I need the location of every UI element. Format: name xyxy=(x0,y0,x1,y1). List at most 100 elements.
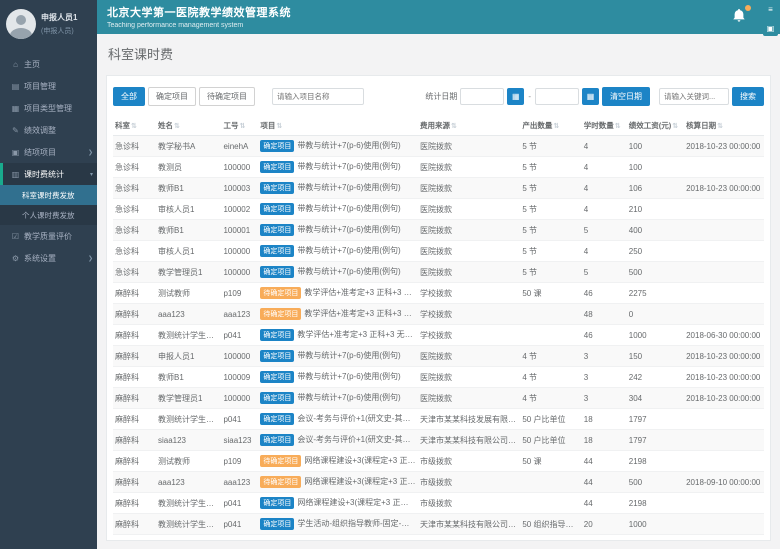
project-status-badge[interactable]: 待确定项目 xyxy=(260,476,301,488)
start-calendar-button[interactable]: ▦ xyxy=(507,88,524,105)
column-header[interactable]: 姓名⇅ xyxy=(156,116,222,136)
column-header[interactable]: 科室⇅ xyxy=(113,116,156,136)
user-role: (申报人员) xyxy=(41,26,77,36)
sidebar-item[interactable]: ▦ 项目类型管理 xyxy=(0,97,97,119)
sort-icon[interactable]: ⇅ xyxy=(174,123,180,130)
sort-icon[interactable]: ⇅ xyxy=(672,123,678,130)
table-row[interactable]: 急诊科 审核人员1 100002 确定项目带教与统计+7(p-6)使用(例句) … xyxy=(113,199,764,220)
column-header[interactable]: 产出数量⇅ xyxy=(520,116,581,136)
table-row[interactable]: 急诊科 教师B1 100003 确定项目带教与统计+7(p-6)使用(例句) 医… xyxy=(113,178,764,199)
sort-icon[interactable]: ⇅ xyxy=(239,123,245,130)
project-status-badge[interactable]: 确定项目 xyxy=(260,392,294,404)
table-row[interactable]: 急诊科 教师B1 100001 确定项目带教与统计+7(p-6)使用(例句) 医… xyxy=(113,220,764,241)
project-status-badge[interactable]: 确定项目 xyxy=(260,329,294,341)
sort-icon[interactable]: ⇅ xyxy=(553,123,559,130)
table-row[interactable]: 麻醉科 测试教师 p109 待确定项目网络课程建设+3(课程定+3 正科+3 学… xyxy=(113,451,764,472)
project-status-badge[interactable]: 确定项目 xyxy=(260,518,294,530)
project-status-badge[interactable]: 确定项目 xyxy=(260,140,294,152)
cell-department: 急诊科 xyxy=(113,241,156,262)
column-header[interactable]: 工号⇅ xyxy=(221,116,258,136)
table-row[interactable]: 麻醉科 aaa123 aaa123 待确定项目网络课程建设+3(课程定+3 正科… xyxy=(113,472,764,493)
sidebar-item[interactable]: ▥ 课时费统计 ▾ xyxy=(0,163,97,185)
project-status-badge[interactable]: 确定项目 xyxy=(260,245,294,257)
sidebar-item[interactable]: ▣ 结项项目 ❯ xyxy=(0,141,97,163)
project-status-badge[interactable]: 待确定项目 xyxy=(260,455,301,467)
column-label: 项目 xyxy=(260,121,275,130)
project-status-badge[interactable]: 确定项目 xyxy=(260,161,294,173)
project-status-badge[interactable]: 待确定项目 xyxy=(260,308,301,320)
column-header[interactable]: 项目⇅ xyxy=(258,116,418,136)
user-profile[interactable]: 申报人员1 (申报人员) xyxy=(0,0,97,49)
filter-confirmed-button[interactable]: 确定项目 xyxy=(148,87,196,106)
table-row[interactable]: 急诊科 教学秘书A einehA 确定项目带教与统计+7(p-6)使用(例句) … xyxy=(113,136,764,157)
column-header[interactable]: 核算日期⇅ xyxy=(684,116,764,136)
start-date-input[interactable] xyxy=(460,88,504,105)
table-body: 急诊科 教学秘书A einehA 确定项目带教与统计+7(p-6)使用(例句) … xyxy=(113,136,764,535)
sort-icon[interactable]: ⇅ xyxy=(717,123,723,130)
column-label: 科室 xyxy=(115,121,130,130)
clear-dates-button[interactable]: 清空日期 xyxy=(602,87,650,106)
table-row[interactable]: 麻醉科 siaa123 siaa123 确定项目会议-考务与评价+1(研文史-其… xyxy=(113,430,764,451)
sort-icon[interactable]: ⇅ xyxy=(451,123,457,130)
project-status-badge[interactable]: 确定项目 xyxy=(260,434,294,446)
table-row[interactable]: 麻醉科 教测统计学生办公室A p041 确定项目学生活动-组织指导教师-固定-学… xyxy=(113,514,764,535)
sort-icon[interactable]: ⇅ xyxy=(276,123,282,130)
project-name-input[interactable] xyxy=(272,88,364,105)
cell-hours-qty: 5 xyxy=(582,262,627,283)
sidebar-item[interactable]: ⌂ 主页 xyxy=(0,53,97,75)
cell-employee-id: 100000 xyxy=(221,346,258,367)
table-row[interactable]: 麻醉科 教学管理员1 100000 确定项目带教与统计+7(p-6)使用(例句)… xyxy=(113,388,764,409)
fees-table: 科室⇅ 姓名⇅ 工号⇅ 项目⇅ 费用来源⇅ 产出数 xyxy=(113,116,764,535)
layout-toggle-button[interactable]: ≡ xyxy=(763,2,778,17)
table-row[interactable]: 急诊科 教学管理员1 100000 确定项目带教与统计+7(p-6)使用(例句)… xyxy=(113,262,764,283)
sort-icon[interactable]: ⇅ xyxy=(615,123,621,130)
sidebar-item[interactable]: ⚙ 系统设置 ❯ xyxy=(0,247,97,269)
table-row[interactable]: 急诊科 教测员 100000 确定项目带教与统计+7(p-6)使用(例句) 医院… xyxy=(113,157,764,178)
project-status-badge[interactable]: 确定项目 xyxy=(260,413,294,425)
table-row[interactable]: 麻醉科 aaa123 aaa123 待确定项目教学评估+准考定+3 正科+3 无… xyxy=(113,304,764,325)
column-header[interactable]: 绩效工资(元)⇅ xyxy=(627,116,684,136)
column-header[interactable]: 学时数量⇅ xyxy=(582,116,627,136)
cell-fund-source: 医院拨款 xyxy=(418,346,520,367)
project-status-badge[interactable]: 确定项目 xyxy=(260,203,294,215)
sidebar-item[interactable]: 个人课时费发放 xyxy=(0,205,97,225)
cell-hours-qty: 3 xyxy=(582,346,627,367)
column-label: 产出数量 xyxy=(522,121,552,130)
table-row[interactable]: 麻醉科 教师B1 100009 确定项目带教与统计+7(p-6)使用(例句) 医… xyxy=(113,367,764,388)
layout-toggle-button[interactable]: ▣ xyxy=(763,21,778,36)
table-row[interactable]: 麻醉科 申报人员1 100000 确定项目带教与统计+7(p-6)使用(例句) … xyxy=(113,346,764,367)
table-row[interactable]: 急诊科 审核人员1 100000 确定项目带教与统计+7(p-6)使用(例句) … xyxy=(113,241,764,262)
project-status-badge[interactable]: 确定项目 xyxy=(260,350,294,362)
sidebar-item[interactable]: ☑ 教学质量评价 xyxy=(0,225,97,247)
project-name: 教学评估+准考定+3 正科+3 无编制人 xyxy=(304,288,418,297)
cell-department: 麻醉科 xyxy=(113,472,156,493)
table-row[interactable]: 麻醉科 教测统计学生办公室A p041 确定项目网络课程建设+3(课程定+3 正… xyxy=(113,493,764,514)
column-header[interactable]: 费用来源⇅ xyxy=(418,116,520,136)
sidebar-item[interactable]: ▤ 项目管理 xyxy=(0,75,97,97)
filter-unconfirmed-button[interactable]: 待确定项目 xyxy=(199,87,255,106)
table-row[interactable]: 麻醉科 教测统计学生办公室A p041 确定项目会议-考务与评价+1(研文史-其… xyxy=(113,409,764,430)
filter-all-button[interactable]: 全部 xyxy=(113,87,145,106)
cell-hours-qty: 46 xyxy=(582,283,627,304)
sort-icon[interactable]: ⇅ xyxy=(131,123,137,130)
notification-bell-icon[interactable] xyxy=(732,8,748,24)
project-status-badge[interactable]: 确定项目 xyxy=(260,224,294,236)
table-row[interactable]: 麻醉科 教测统计学生办公室A p041 确定项目教学评估+准考定+3 正科+3 … xyxy=(113,325,764,346)
project-status-badge[interactable]: 待确定项目 xyxy=(260,287,301,299)
column-label: 费用来源 xyxy=(420,121,450,130)
search-button[interactable]: 搜索 xyxy=(732,87,764,106)
end-date-input[interactable] xyxy=(535,88,579,105)
project-status-badge[interactable]: 确定项目 xyxy=(260,182,294,194)
cell-hours-qty: 4 xyxy=(582,199,627,220)
keyword-input[interactable] xyxy=(659,88,729,105)
project-status-badge[interactable]: 确定项目 xyxy=(260,371,294,383)
cell-salary: 1000 xyxy=(627,325,684,346)
sidebar-item[interactable]: ✎ 绩效调整 xyxy=(0,119,97,141)
cell-project: 待确定项目网络课程建设+3(课程定+3 正科+3 学员) xyxy=(258,472,418,493)
sidebar-item[interactable]: 科室课时费发放 xyxy=(0,185,97,205)
table-row[interactable]: 麻醉科 测试教师 p109 待确定项目教学评估+准考定+3 正科+3 无编制人 … xyxy=(113,283,764,304)
project-status-badge[interactable]: 确定项目 xyxy=(260,266,294,278)
date-range-label: 统计日期 xyxy=(425,91,457,102)
project-status-badge[interactable]: 确定项目 xyxy=(260,497,294,509)
end-calendar-button[interactable]: ▦ xyxy=(582,88,599,105)
